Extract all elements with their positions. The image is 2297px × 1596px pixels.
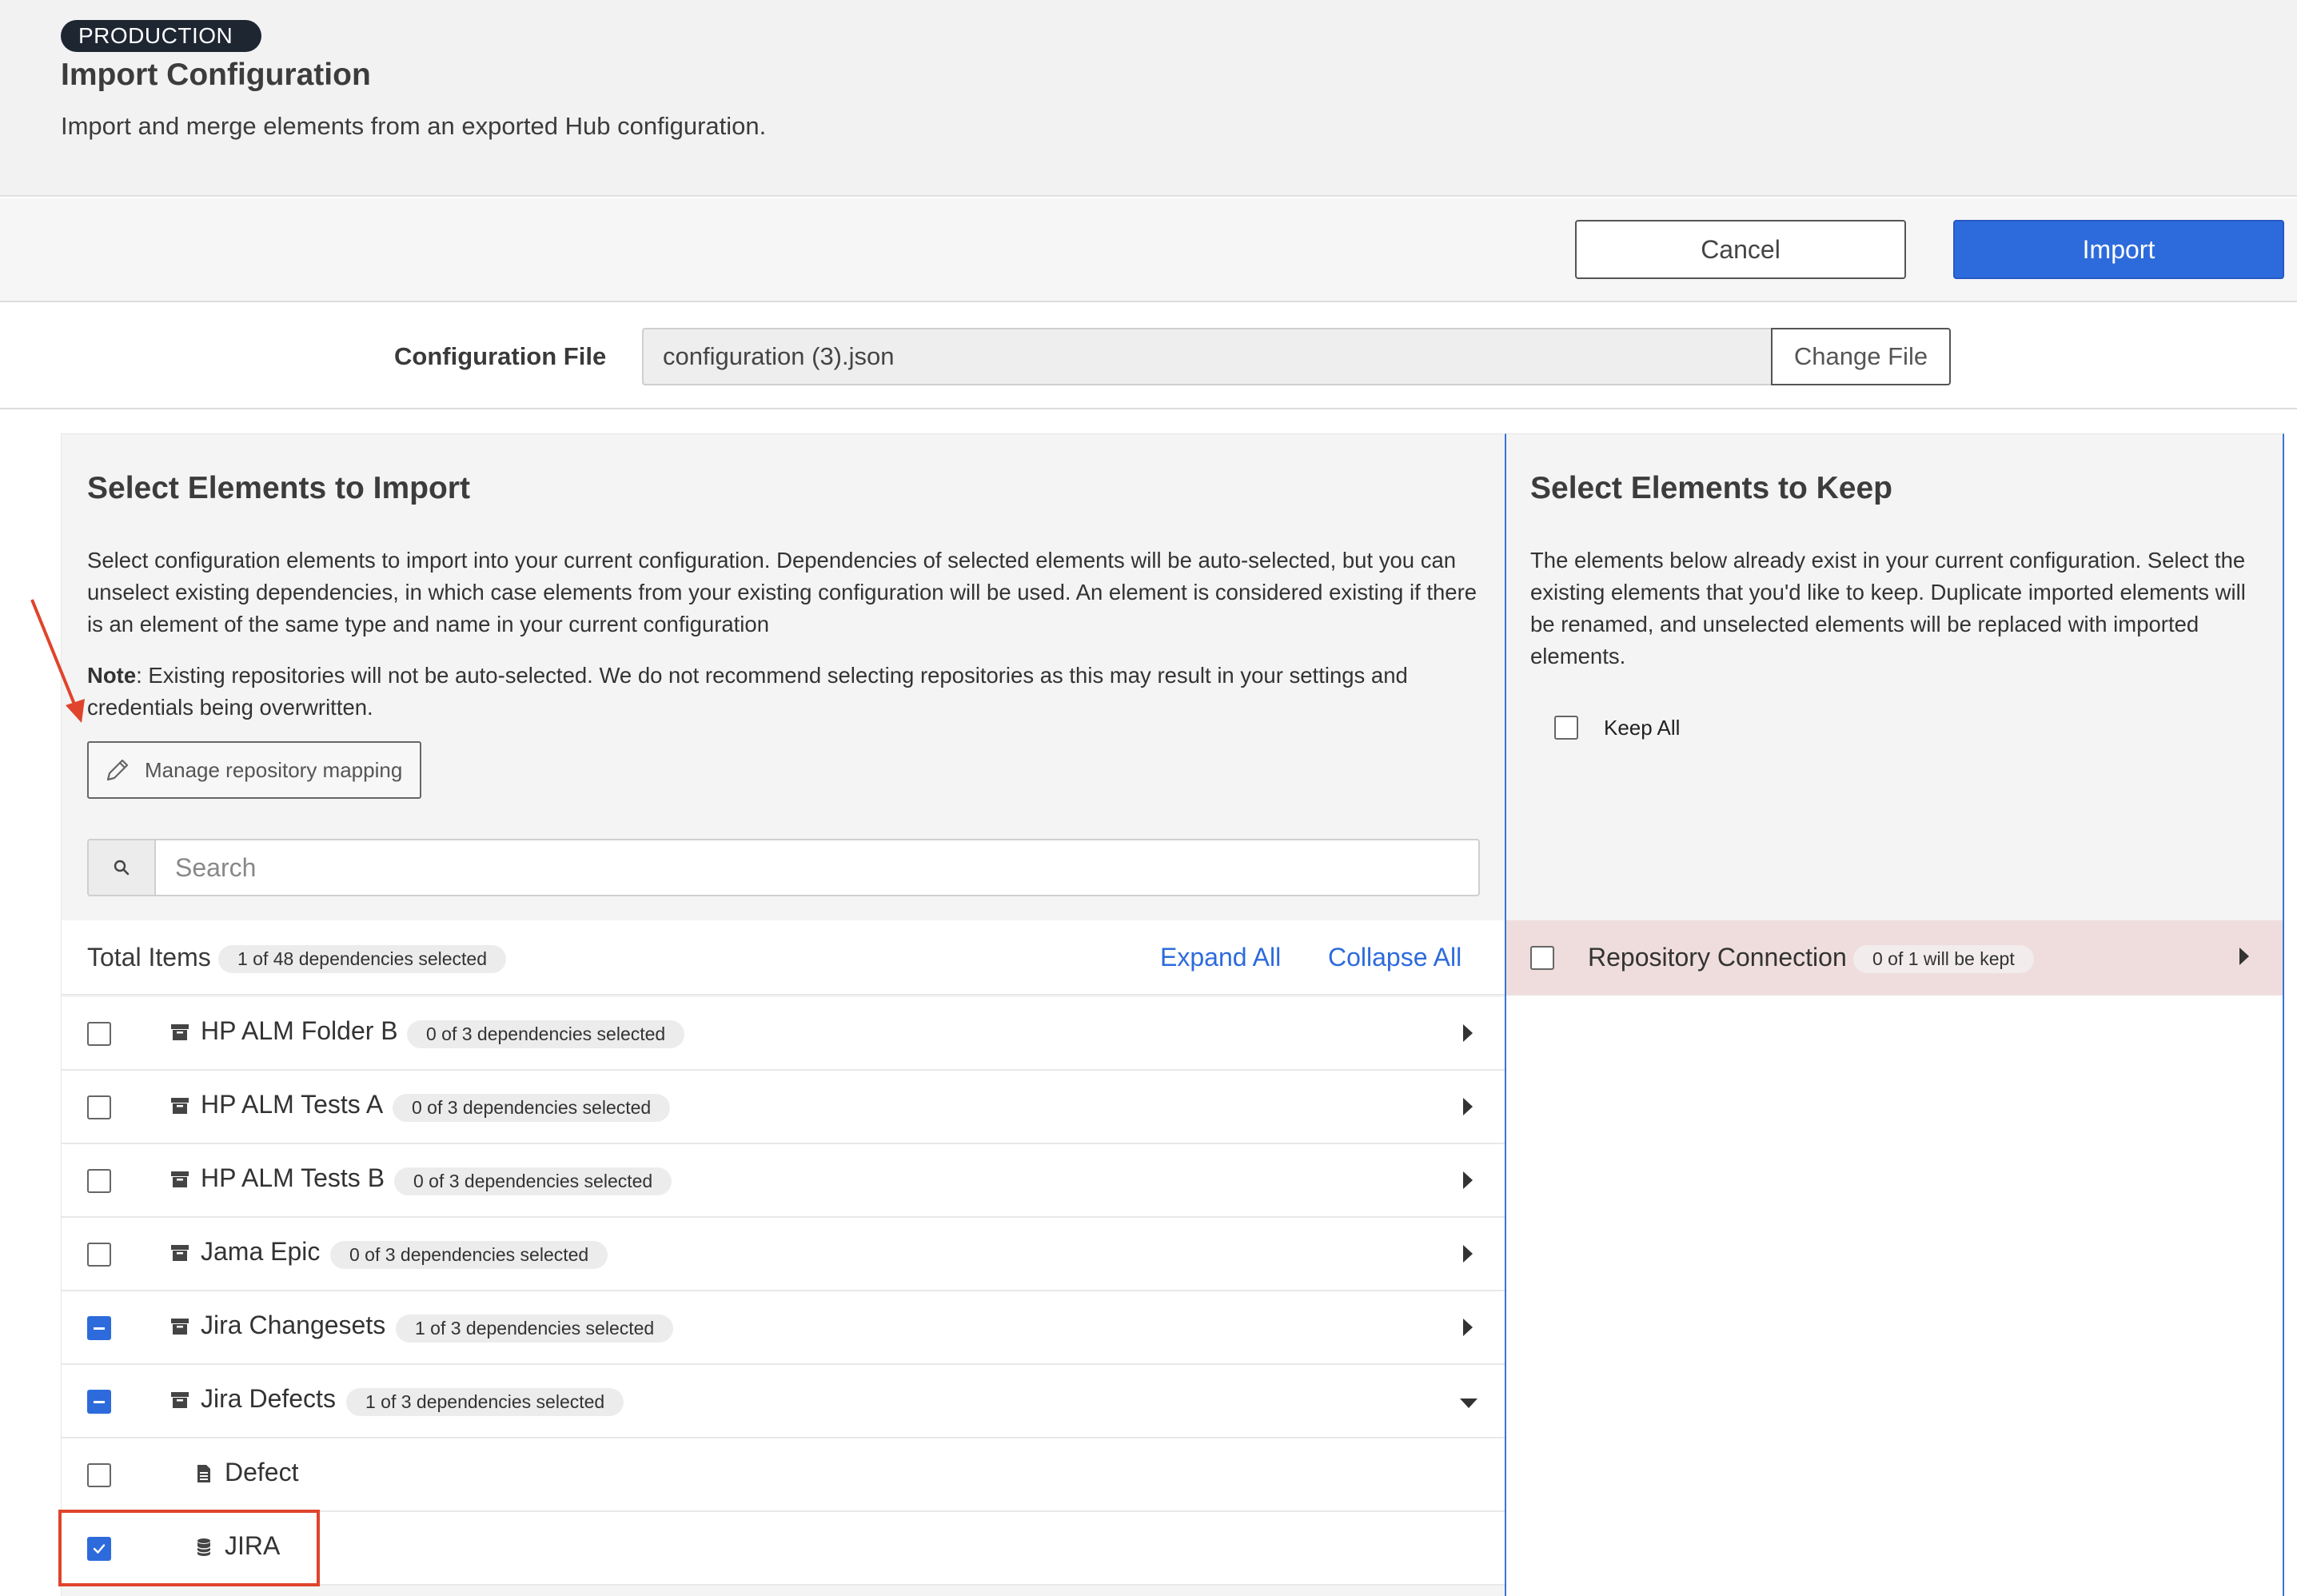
import-button[interactable]: Import (1953, 220, 2284, 279)
archive-box-icon (171, 1319, 189, 1335)
keep-panel: Select Elements to Keep The elements bel… (1506, 433, 2284, 1596)
import-panel-title: Select Elements to Import (87, 471, 470, 505)
configuration-file-row: Configuration File configuration (3).jso… (0, 304, 2297, 409)
import-panel: Select Elements to Import Select configu… (61, 433, 1506, 1596)
row-dependencies-pill: 0 of 3 dependencies selected (330, 1241, 608, 1269)
tree-row-jira-defects[interactable]: Jira Defects 1 of 3 dependencies selecte… (62, 1365, 1505, 1438)
tree-row-hp-alm-folder-b[interactable]: HP ALM Folder B 0 of 3 dependencies sele… (62, 997, 1505, 1071)
import-panel-note: Note: Existing repositories will not be … (87, 660, 1486, 724)
page-header: PRODUCTION Import Configuration Import a… (0, 0, 2297, 197)
pencil-icon (106, 759, 129, 781)
tree-child-row-defect[interactable]: Defect (62, 1438, 1505, 1512)
row-dependencies-pill: 0 of 3 dependencies selected (393, 1094, 671, 1122)
keep-group-label: Repository Connection (1588, 943, 1847, 972)
action-bar: Cancel Import (0, 198, 2297, 302)
row-label: Defect (225, 1458, 299, 1486)
checkmark-icon (93, 1544, 106, 1554)
row-checkbox[interactable] (1530, 946, 1554, 970)
row-label: Jama Epic (201, 1237, 321, 1266)
keep-all-label: Keep All (1604, 716, 1681, 740)
row-checkbox[interactable] (87, 1169, 111, 1193)
row-label: Jira Changesets (201, 1311, 386, 1339)
annotation-arrow-icon (30, 599, 85, 723)
archive-box-icon (171, 1024, 189, 1040)
tree-row-jira-changesets[interactable]: Jira Changesets 1 of 3 dependencies sele… (62, 1291, 1505, 1365)
row-label: HP ALM Folder B (201, 1016, 398, 1045)
note-text: : Existing repositories will not be auto… (87, 663, 1408, 720)
tree-child-row-jira[interactable]: JIRA (62, 1512, 1505, 1586)
total-dependencies-pill: 1 of 48 dependencies selected (218, 945, 507, 973)
note-label: Note (87, 663, 137, 688)
row-checkbox-checked[interactable] (87, 1537, 111, 1561)
page-subtitle: Import and merge elements from an export… (61, 112, 767, 140)
row-checkbox-indeterminate[interactable] (87, 1390, 111, 1414)
manage-repository-mapping-button[interactable]: Manage repository mapping (87, 741, 421, 799)
keep-group-row-repository-connection[interactable]: Repository Connection 0 of 1 will be kep… (1506, 920, 2283, 996)
chevron-right-icon[interactable] (1463, 1171, 1473, 1189)
database-icon (197, 1538, 211, 1556)
keep-panel-title: Select Elements to Keep (1530, 471, 1892, 505)
total-items-row: Total Items 1 of 48 dependencies selecte… (62, 920, 1505, 996)
row-dependencies-pill: 0 of 3 dependencies selected (407, 1020, 685, 1048)
manage-repository-mapping-label: Manage repository mapping (145, 757, 403, 782)
expand-all-link[interactable]: Expand All (1160, 943, 1281, 972)
archive-box-icon (171, 1392, 189, 1408)
tree-row-hp-alm-tests-b[interactable]: HP ALM Tests B 0 of 3 dependencies selec… (62, 1144, 1505, 1218)
chevron-right-icon[interactable] (1463, 1024, 1473, 1042)
row-dependencies-pill: 1 of 3 dependencies selected (396, 1315, 674, 1343)
document-icon (197, 1465, 210, 1482)
total-items-label: Total Items (87, 943, 211, 972)
chevron-right-icon[interactable] (1463, 1245, 1473, 1263)
archive-box-icon (171, 1171, 189, 1187)
page-title: Import Configuration (61, 58, 371, 92)
row-dependencies-pill: 0 of 3 dependencies selected (394, 1167, 672, 1195)
chevron-right-icon[interactable] (1463, 1319, 1473, 1336)
row-checkbox[interactable] (87, 1022, 111, 1046)
chevron-down-icon[interactable] (1460, 1398, 1477, 1408)
search-addon (87, 839, 154, 896)
row-checkbox[interactable] (87, 1095, 111, 1119)
keep-panel-description: The elements below already exist in your… (1530, 548, 2246, 668)
archive-box-icon (171, 1245, 189, 1261)
row-label: Jira Defects (201, 1384, 336, 1413)
configuration-file-field[interactable]: configuration (3).json (642, 328, 1771, 385)
environment-badge: PRODUCTION (61, 20, 262, 52)
keep-group-pill: 0 of 1 will be kept (1853, 945, 2034, 973)
row-checkbox[interactable] (87, 1243, 111, 1267)
tree-row-hp-alm-tests-a[interactable]: HP ALM Tests A 0 of 3 dependencies selec… (62, 1071, 1505, 1144)
row-checkbox[interactable] (87, 1463, 111, 1487)
row-checkbox-indeterminate[interactable] (87, 1316, 111, 1340)
keep-all-checkbox[interactable] (1554, 716, 1578, 740)
archive-box-icon (171, 1098, 189, 1114)
row-label: HP ALM Tests A (201, 1090, 384, 1119)
configuration-file-label: Configuration File (394, 342, 607, 370)
search-icon (114, 860, 130, 876)
chevron-right-icon[interactable] (2239, 948, 2249, 965)
cancel-button[interactable]: Cancel (1575, 220, 1906, 279)
row-dependencies-pill: 1 of 3 dependencies selected (346, 1388, 624, 1416)
import-panel-description: Select configuration elements to import … (87, 548, 1477, 636)
search-bar (87, 839, 1480, 896)
collapse-all-link[interactable]: Collapse All (1328, 943, 1462, 972)
change-file-button[interactable]: Change File (1771, 328, 1951, 385)
tree-row-jama-epic[interactable]: Jama Epic 0 of 3 dependencies selected (62, 1218, 1505, 1291)
row-label: JIRA (225, 1531, 281, 1560)
chevron-right-icon[interactable] (1463, 1098, 1473, 1115)
keep-panel-header: Select Elements to Keep The elements bel… (1506, 434, 2283, 922)
row-label: HP ALM Tests B (201, 1163, 385, 1192)
search-input[interactable] (154, 839, 1480, 896)
